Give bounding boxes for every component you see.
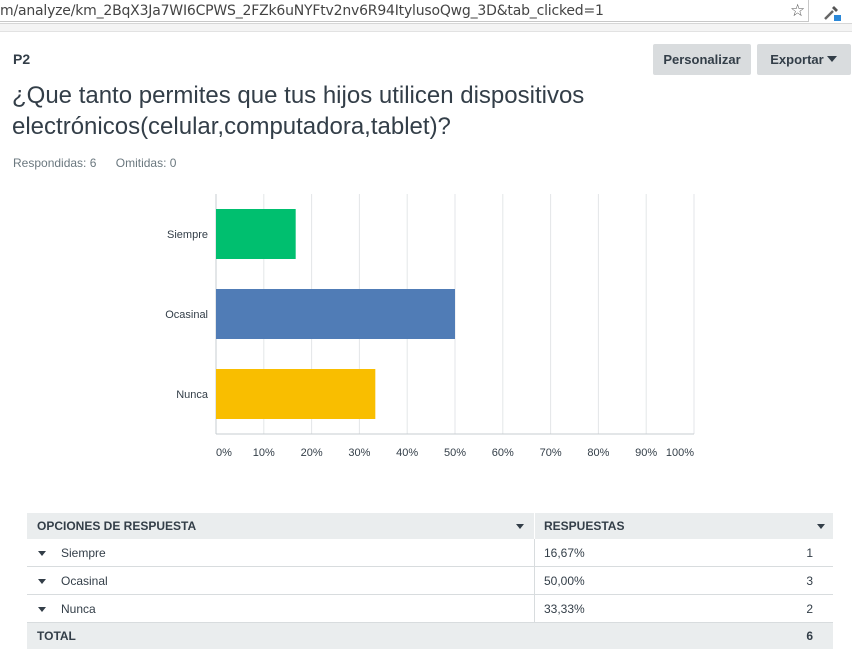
row-count: 1 <box>806 546 813 560</box>
x-tick-label: 50% <box>444 447 466 459</box>
x-tick-label: 0% <box>216 447 232 459</box>
skipped-count: Omitidas: 0 <box>115 156 177 170</box>
table-row: Nunca 33,33% 2 <box>27 595 833 623</box>
category-label: Ocasinal <box>165 309 208 321</box>
bar <box>216 289 455 339</box>
x-tick-label: 80% <box>587 447 609 459</box>
x-tick-label: 10% <box>253 447 275 459</box>
row-percent: 50,00% <box>544 574 585 588</box>
customize-button[interactable]: Personalizar <box>653 44 751 75</box>
row-option: Ocasinal <box>61 574 108 588</box>
expand-row-icon[interactable] <box>38 551 46 556</box>
browser-address-bar[interactable]: m/analyze/km_2BqX3Ja7WI6CPWS_2FZk6uNYFtv… <box>0 0 852 24</box>
table-row: Siempre 16,67% 1 <box>27 539 833 567</box>
url-text[interactable]: m/analyze/km_2BqX3Ja7WI6CPWS_2FZk6uNYFtv… <box>0 3 604 19</box>
eyedropper-icon[interactable] <box>822 2 842 22</box>
x-tick-label: 20% <box>301 447 323 459</box>
row-option: Nunca <box>61 602 96 616</box>
expand-row-icon[interactable] <box>38 579 46 584</box>
total-count: 6 <box>806 629 813 643</box>
response-stats: Respondidas: 6 Omitidas: 0 <box>13 156 192 170</box>
x-tick-label: 70% <box>540 447 562 459</box>
x-tick-label: 60% <box>492 447 514 459</box>
table-total-row: TOTAL 6 <box>27 623 833 649</box>
export-button-label: Exportar <box>770 52 824 67</box>
sort-options-icon[interactable] <box>516 524 524 529</box>
header-options[interactable]: OPCIONES DE RESPUESTA <box>37 513 196 539</box>
response-table: OPCIONES DE RESPUESTA RESPUESTAS Siempre… <box>27 513 833 649</box>
row-percent: 33,33% <box>544 602 585 616</box>
caret-down-icon <box>827 56 837 62</box>
sort-responses-icon[interactable] <box>817 524 825 529</box>
row-count: 2 <box>806 602 813 616</box>
expand-row-icon[interactable] <box>38 607 46 612</box>
category-label: Nunca <box>176 389 209 401</box>
star-icon[interactable]: ☆ <box>790 1 805 21</box>
bar <box>216 369 376 419</box>
x-tick-label: 40% <box>396 447 418 459</box>
bar-chart-svg: 0% 10% 20% 30% 40% 50% 60% 70% 80% 90% 100% Siempre… <box>165 194 695 459</box>
question-title-line1: ¿Que tanto permites que tus hijos utilic… <box>12 82 585 109</box>
table-header: OPCIONES DE RESPUESTA RESPUESTAS <box>27 513 833 539</box>
page-top-strip <box>0 24 852 32</box>
question-title-line2: electrónicos(celular,computadora,tablet)… <box>12 113 451 140</box>
bar-chart: 0% 10% 20% 30% 40% 50% 60% 70% 80% 90% 100% Siempre… <box>0 180 852 480</box>
question-number: P2 <box>13 51 31 67</box>
question-title: ¿Que tanto permites que tus hijos utilic… <box>12 80 652 142</box>
row-percent: 16,67% <box>544 546 585 560</box>
bar <box>216 209 296 259</box>
x-tick-label: 90% <box>635 447 657 459</box>
category-label: Siempre <box>167 229 208 241</box>
row-option: Siempre <box>61 546 106 560</box>
table-row: Ocasinal 50,00% 3 <box>27 567 833 595</box>
total-label: TOTAL <box>37 629 76 643</box>
row-count: 3 <box>806 574 813 588</box>
header-responses[interactable]: RESPUESTAS <box>544 513 624 539</box>
export-button[interactable]: Exportar <box>757 44 851 75</box>
x-tick-label: 100% <box>666 447 694 459</box>
answered-count: Respondidas: 6 <box>13 156 97 170</box>
x-tick-label: 30% <box>348 447 370 459</box>
